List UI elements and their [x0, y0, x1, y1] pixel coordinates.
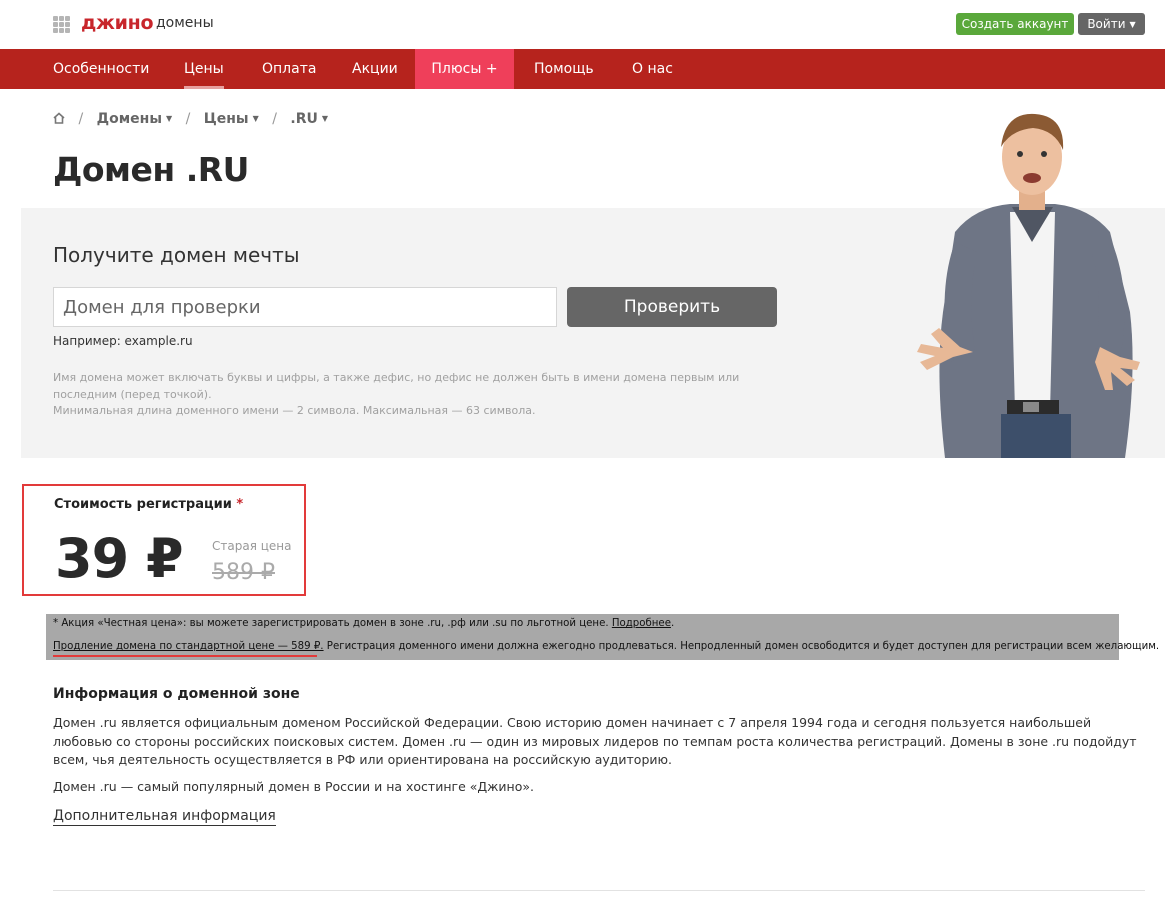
create-account-button[interactable]: Создать аккаунт [956, 13, 1074, 35]
logo-subtitle: домены [156, 15, 214, 31]
divider [53, 890, 1145, 891]
nav-item-help[interactable]: Помощь [534, 49, 594, 89]
top-bar: джино домены Создать аккаунт Войти ▼ [0, 0, 1165, 48]
registration-price-box: Стоимость регистрации * 39 ₽ Старая цена… [22, 484, 306, 596]
breadcrumb-separator: / [78, 111, 84, 127]
main-nav: Особенности Цены Оплата Акции Плюсы + По… [0, 49, 1165, 89]
search-title: Получите домен мечты [53, 243, 300, 267]
nav-item-features[interactable]: Особенности [53, 49, 149, 89]
zone-info-title: Информация о доменной зоне [53, 686, 300, 702]
search-example: Например: example.ru [53, 334, 193, 348]
breadcrumb-separator: / [272, 111, 277, 127]
login-label: Войти [1087, 17, 1126, 31]
caret-down-icon[interactable]: ▼ [322, 114, 328, 123]
red-underline-mark [53, 655, 317, 657]
logo[interactable]: джино [81, 12, 154, 34]
nav-item-payment[interactable]: Оплата [262, 49, 316, 89]
renewal-price-text: Продление домена по стандартной цене — 5… [53, 641, 324, 652]
details-link[interactable]: Подробнее [612, 618, 671, 629]
more-info-link[interactable]: Дополнительная информация [53, 808, 276, 826]
caret-down-icon: ▼ [1129, 20, 1136, 29]
breadcrumb: / Домены ▼ / Цены ▼ / .RU ▼ [53, 111, 328, 129]
notice-end: . [670, 618, 675, 629]
hint-line: Минимальная длина доменного имени — 2 си… [53, 404, 536, 417]
home-icon[interactable] [53, 112, 65, 124]
breadcrumb-separator: / [185, 111, 191, 127]
breadcrumb-domains[interactable]: Домены [97, 111, 162, 127]
search-hint: Имя домена может включать буквы и цифры,… [53, 370, 743, 420]
nav-item-prices[interactable]: Цены [184, 49, 224, 89]
price-footnote-star: * [236, 497, 244, 512]
hint-line: последним (перед точкой). [53, 387, 212, 401]
zone-info-paragraph: Домен .ru — самый популярный домен в Рос… [53, 779, 534, 794]
notice-text: * Акция «Честная цена»: вы можете зареги… [53, 618, 612, 629]
caret-down-icon[interactable]: ▼ [253, 114, 259, 123]
page-title: Домен .RU [53, 150, 249, 189]
price-label: Стоимость регистрации * [54, 497, 243, 512]
nav-item-promotions[interactable]: Акции [352, 49, 398, 89]
apps-grid-icon[interactable] [53, 16, 70, 33]
notice-line-2: Продление домена по стандартной цене — 5… [53, 641, 1159, 652]
caret-down-icon[interactable]: ▼ [166, 114, 172, 123]
notice-text: Регистрация доменного имени должна ежего… [323, 641, 1160, 652]
price-label-text: Стоимость регистрации [54, 497, 232, 512]
promo-notice: * Акция «Честная цена»: вы можете зареги… [46, 614, 1159, 660]
hint-line: Имя домена может включать буквы и цифры,… [53, 371, 740, 384]
notice-line-1: * Акция «Честная цена»: вы можете зареги… [53, 618, 674, 629]
login-button[interactable]: Войти ▼ [1078, 13, 1145, 35]
breadcrumb-ru[interactable]: .RU [290, 111, 317, 127]
nav-item-plus[interactable]: Плюсы + [415, 49, 514, 89]
breadcrumb-prices[interactable]: Цены [204, 111, 249, 127]
price-value: 39 ₽ [55, 527, 184, 590]
old-price-label: Старая цена [212, 539, 292, 553]
nav-item-about[interactable]: О нас [632, 49, 673, 89]
old-price-value: 589 ₽ [212, 560, 275, 585]
domain-search-input[interactable] [53, 287, 557, 327]
zone-info-paragraph: Домен .ru является официальным доменом Р… [53, 715, 1137, 767]
create-account-label: Создать аккаунт [961, 17, 1069, 31]
check-button[interactable]: Проверить [567, 287, 777, 327]
promo-person-image [917, 113, 1140, 458]
panel-notch [0, 428, 21, 458]
